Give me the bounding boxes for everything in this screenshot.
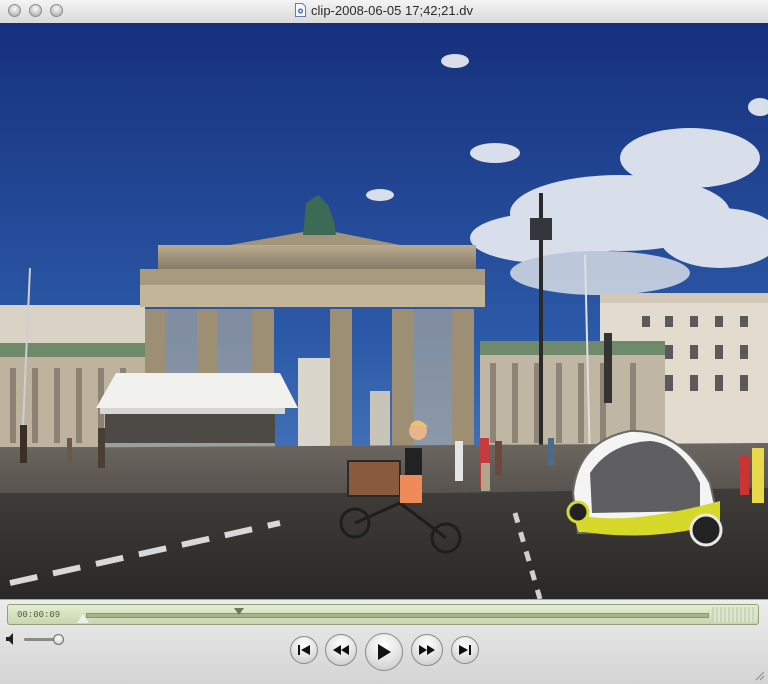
fast-forward-button[interactable]: [411, 634, 443, 666]
resize-grip-icon[interactable]: [753, 669, 765, 681]
timeline-end-pattern: [712, 607, 756, 622]
skip-to-start-icon: [298, 645, 310, 655]
skip-to-start-button[interactable]: [290, 636, 318, 664]
skip-to-end-button[interactable]: [451, 636, 479, 664]
rewind-icon: [333, 645, 349, 655]
quicktime-window: clip-2008-06-05 17;42;21.dv 00:00:09: [0, 0, 768, 684]
volume-knob[interactable]: [53, 634, 64, 645]
fast-forward-icon: [419, 645, 435, 655]
dv-document-icon: [295, 3, 307, 17]
title-bar[interactable]: clip-2008-06-05 17;42;21.dv: [0, 0, 768, 24]
selection-in-marker[interactable]: [77, 614, 89, 623]
timeline-track[interactable]: [86, 613, 709, 618]
controller-bar: 00:00:09: [0, 599, 768, 684]
scrubber-bar[interactable]: 00:00:09: [7, 604, 759, 625]
skip-to-end-icon: [459, 645, 471, 655]
speaker-icon: [6, 633, 13, 645]
current-time: 00:00:09: [17, 610, 61, 620]
video-scene: [0, 23, 768, 599]
play-icon: [378, 644, 391, 660]
window-title: clip-2008-06-05 17;42;21.dv: [311, 3, 473, 18]
play-button[interactable]: [365, 633, 403, 671]
window-title-wrap: clip-2008-06-05 17;42;21.dv: [0, 3, 768, 18]
rewind-button[interactable]: [325, 634, 357, 666]
playhead[interactable]: [233, 608, 244, 615]
video-frame[interactable]: [0, 23, 768, 599]
